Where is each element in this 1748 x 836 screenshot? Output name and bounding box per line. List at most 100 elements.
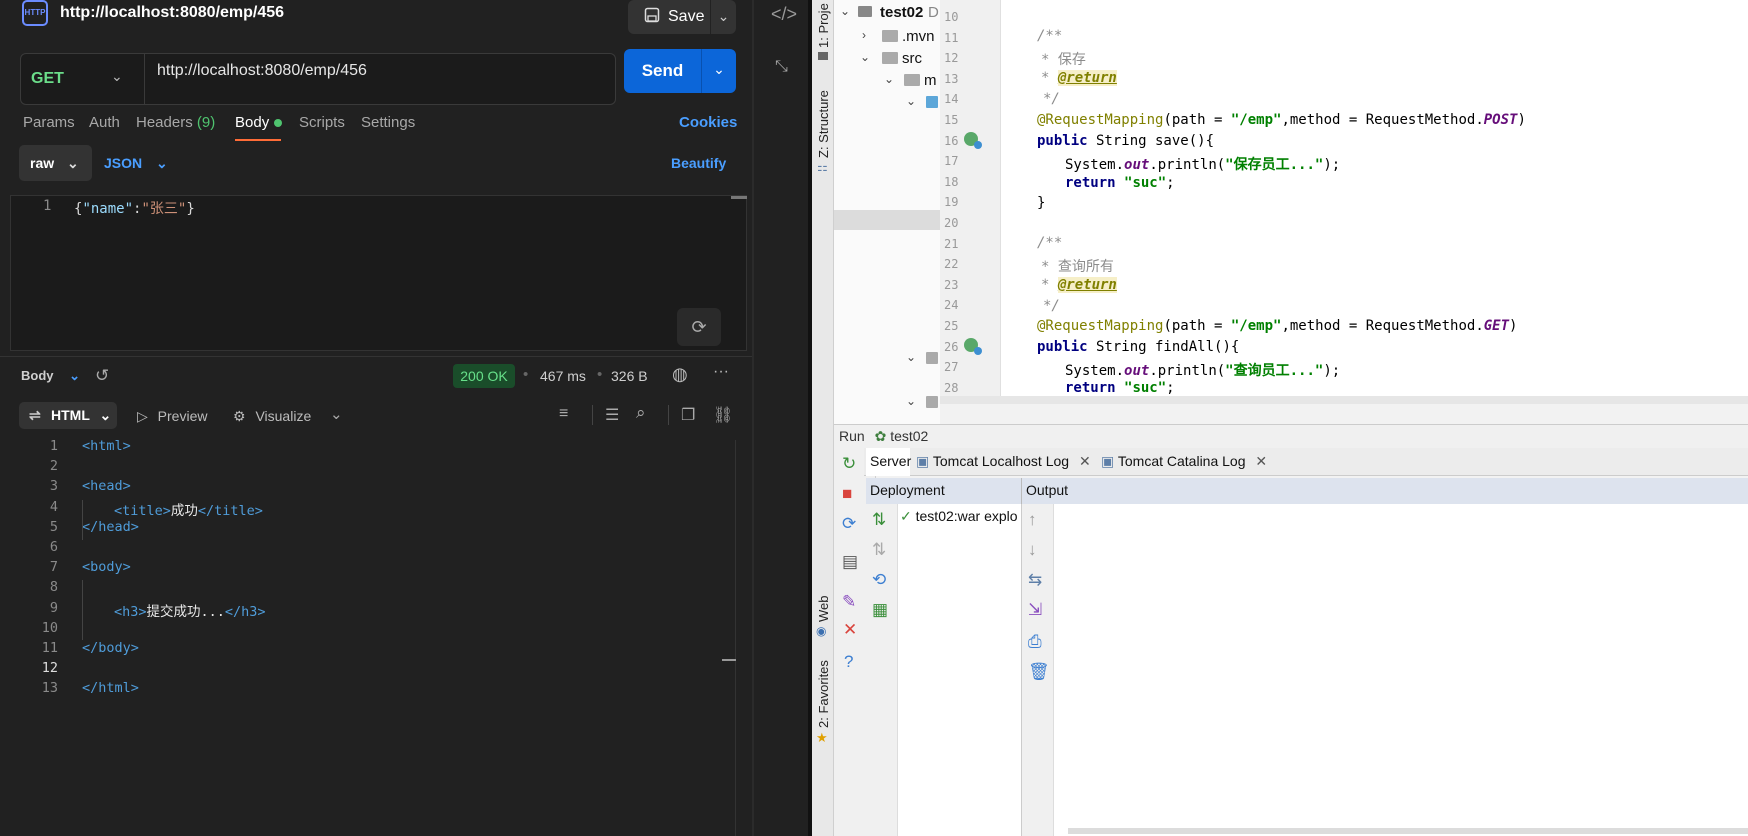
- comment-star: *: [1041, 277, 1058, 293]
- expand-chevron-down-icon[interactable]: ⌄: [884, 72, 894, 86]
- help-icon[interactable]: ?: [844, 652, 853, 672]
- deploy-icon[interactable]: ⇅: [872, 510, 886, 530]
- response-scrollbar-track[interactable]: [735, 440, 736, 836]
- send-button[interactable]: Send: [624, 49, 701, 93]
- body-format-select[interactable]: JSON ⌄: [104, 155, 168, 172]
- ai-assist-icon[interactable]: ⟳: [677, 308, 721, 346]
- save-options-chevron-icon[interactable]: ⌄: [710, 0, 736, 34]
- structure-tool-tab[interactable]: Z: Structure: [816, 90, 831, 158]
- favorites-tool-tab[interactable]: 2: Favorites: [816, 660, 831, 728]
- expand-chevron-down-icon[interactable]: ⌄: [906, 350, 916, 364]
- more-options-icon[interactable]: ···: [713, 363, 729, 381]
- close-tab-icon[interactable]: ✕: [1079, 453, 1091, 469]
- scroll-to-end-icon[interactable]: ⇲: [1028, 600, 1042, 620]
- visualize-tab[interactable]: ⚙ Visualize: [233, 408, 311, 425]
- run-config-name[interactable]: test02: [890, 428, 928, 444]
- search-icon[interactable]: ⌕: [636, 403, 646, 423]
- folder-icon: [926, 352, 938, 364]
- cookies-link[interactable]: Cookies: [679, 114, 737, 131]
- response-format-select[interactable]: ⇌ HTML ⌄: [19, 402, 117, 429]
- toolbar-divider: [668, 405, 669, 425]
- stop-icon[interactable]: ■: [842, 484, 852, 504]
- javadoc-return-tag: @return: [1057, 277, 1117, 293]
- project-tool-tab[interactable]: 1: Proje: [816, 3, 831, 48]
- json-key: "name": [82, 201, 134, 217]
- link-icon[interactable]: ⛓: [713, 405, 733, 425]
- expand-chevron-down-icon[interactable]: ⌄: [840, 4, 850, 18]
- preview-tab[interactable]: ▷ Preview: [137, 408, 207, 425]
- send-options-chevron-icon[interactable]: ⌄: [701, 49, 736, 93]
- tab-auth[interactable]: Auth: [89, 114, 120, 131]
- rerun-icon[interactable]: ↻: [842, 454, 856, 474]
- method-select[interactable]: GET: [31, 70, 64, 88]
- tree-item-mvn[interactable]: .mvn: [902, 28, 935, 45]
- globe-icon[interactable]: ◍: [672, 364, 688, 385]
- console-output[interactable]: [1054, 504, 1748, 836]
- visualize-chevron-down-icon[interactable]: ⌄: [330, 405, 343, 423]
- line-number: 1: [49, 438, 58, 454]
- filter-icon[interactable]: ☰: [605, 405, 619, 425]
- artifact-item[interactable]: ✓ test02:war explo: [900, 508, 1020, 525]
- beautify-button[interactable]: Beautify: [671, 155, 726, 171]
- expand-chevron-down-icon[interactable]: ⌄: [906, 394, 916, 408]
- url-input[interactable]: http://localhost:8080/emp/456: [157, 62, 367, 80]
- project-icon: [818, 52, 828, 60]
- tab-settings[interactable]: Settings: [361, 114, 415, 131]
- scrollbar-thumb[interactable]: [731, 196, 747, 199]
- editor-hscrollbar[interactable]: [940, 396, 1748, 404]
- close-icon[interactable]: ✕: [843, 620, 857, 640]
- method-chevron-down-icon[interactable]: ⌄: [111, 68, 123, 85]
- print-icon[interactable]: ⎙: [1028, 632, 1042, 652]
- tree-item-src[interactable]: src: [902, 50, 922, 67]
- html-tag: </title>: [197, 502, 263, 519]
- wrap-text-icon[interactable]: ≡: [559, 405, 568, 423]
- tab-params[interactable]: Params: [23, 114, 75, 131]
- line-number: 23: [944, 277, 959, 292]
- tab-tomcat-localhost-log[interactable]: ▣ Tomcat Localhost Log ✕: [916, 453, 1091, 470]
- soft-wrap-icon[interactable]: ⇆: [1028, 570, 1042, 590]
- expand-chevron-down-icon[interactable]: ⌄: [906, 94, 916, 108]
- tab-tomcat-catalina-log[interactable]: ▣ Tomcat Catalina Log ✕: [1101, 453, 1267, 470]
- collapse-icon[interactable]: ⤡: [775, 58, 788, 76]
- console-hscrollbar[interactable]: [1068, 828, 1748, 834]
- tree-item-main[interactable]: m: [924, 72, 937, 89]
- copy-icon[interactable]: ❐: [681, 405, 695, 425]
- line-number: 11: [944, 30, 959, 45]
- history-icon[interactable]: ↺: [95, 366, 109, 386]
- web-mapping-icon: [974, 347, 982, 355]
- tab-scripts[interactable]: Scripts: [299, 114, 345, 131]
- tab-headers[interactable]: Headers (9): [136, 114, 215, 131]
- web-tool-tab[interactable]: Web: [816, 596, 831, 623]
- response-scrollbar-thumb[interactable]: [722, 659, 736, 661]
- pin-icon[interactable]: ✎: [842, 592, 856, 612]
- clear-all-icon[interactable]: 🗑: [1028, 662, 1050, 682]
- expand-chevron-right-icon[interactable]: ›: [862, 28, 866, 42]
- tab-server[interactable]: Server: [870, 453, 911, 469]
- save-button[interactable]: Save: [628, 0, 716, 34]
- arrow-up-icon[interactable]: ↑: [1028, 510, 1037, 530]
- code-line-24: */: [1043, 298, 1060, 314]
- response-line: 11 </body>: [0, 640, 720, 660]
- body-mode-select[interactable]: raw ⌄: [19, 145, 92, 181]
- response-view-select[interactable]: Body ⌄: [21, 368, 80, 384]
- undeploy-icon[interactable]: ⇅: [872, 540, 886, 560]
- tree-root-test02[interactable]: test02: [880, 4, 923, 21]
- request-body-editor[interactable]: [10, 195, 747, 351]
- refresh-icon[interactable]: ⟲: [872, 570, 886, 590]
- close-tab-icon[interactable]: ✕: [1255, 453, 1267, 469]
- code-line-21: /**: [1037, 235, 1063, 251]
- arrow-down-icon[interactable]: ↓: [1028, 540, 1037, 560]
- enum-constant: GET: [1483, 318, 1510, 334]
- status-badge: 200 OK: [453, 364, 515, 388]
- code-snippet-icon[interactable]: </>: [771, 4, 797, 25]
- response-view-label: Body: [21, 368, 54, 383]
- tab-body[interactable]: Body: [235, 114, 269, 131]
- expand-chevron-down-icon[interactable]: ⌄: [860, 50, 870, 64]
- code-line-12: * 保存: [1041, 49, 1086, 69]
- update-icon[interactable]: ⟳: [842, 514, 856, 534]
- deploy-all-icon[interactable]: ▦: [872, 600, 888, 620]
- folder-icon: [882, 30, 898, 42]
- artifact-label: test02:war explo: [915, 508, 1018, 524]
- layout-icon[interactable]: ▤: [842, 552, 858, 572]
- request-tab-title[interactable]: http://localhost:8080/emp/456: [60, 4, 284, 22]
